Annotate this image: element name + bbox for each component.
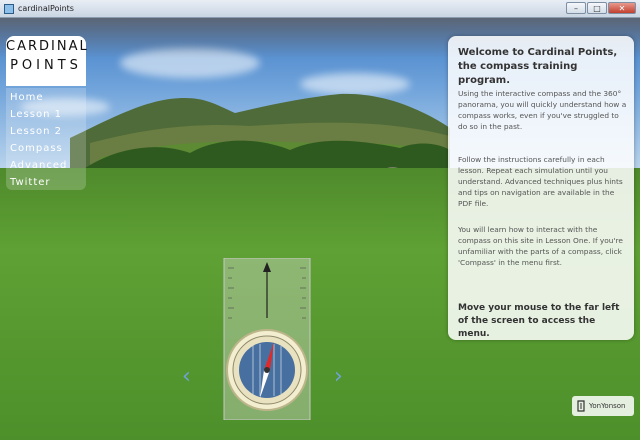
welcome-panel: Welcome to Cardinal Points, the compass … <box>448 36 634 340</box>
menu-item-home[interactable]: Home <box>10 92 44 103</box>
brand-label: YonYonson <box>589 402 626 410</box>
app-icon <box>4 3 14 14</box>
logo-line-1: CARDINAL <box>6 39 89 54</box>
maximize-button[interactable]: □ <box>587 2 607 14</box>
window-title: cardinalPoints <box>18 4 74 13</box>
menu-item-lesson-2[interactable]: Lesson 2 <box>10 126 62 137</box>
welcome-title: Welcome to Cardinal Points, the compass … <box>458 47 618 86</box>
close-button[interactable]: ✕ <box>608 2 636 14</box>
menu-item-lesson-1[interactable]: Lesson 1 <box>10 109 62 120</box>
lesson-paragraph: You will learn how to interact with the … <box>458 225 623 267</box>
rotate-left-arrow[interactable]: ‹ <box>182 364 191 389</box>
main-menu: Home Lesson 1 Lesson 2 Compass Advanced … <box>6 88 86 190</box>
rotate-right-arrow[interactable]: › <box>334 364 343 389</box>
compass[interactable] <box>222 257 312 421</box>
window-titlebar: cardinalPoints – □ ✕ <box>0 0 640 18</box>
menu-hint: Move your mouse to the far left of the s… <box>458 303 620 339</box>
instructions-paragraph: Follow the instructions carefully in eac… <box>458 155 623 208</box>
compass-graphic <box>223 257 311 421</box>
app-logo: CARDINAL POINTS <box>6 36 89 86</box>
logo-line-2: POINTS <box>10 58 82 73</box>
brand-badge[interactable]: YonYonson <box>572 396 634 416</box>
minimize-button[interactable]: – <box>566 2 586 14</box>
menu-item-twitter[interactable]: Twitter <box>10 177 51 188</box>
menu-item-compass[interactable]: Compass <box>10 143 63 154</box>
menu-item-advanced[interactable]: Advanced <box>10 160 67 171</box>
window-controls: – □ ✕ <box>566 2 636 14</box>
intro-paragraph: Using the interactive compass and the 36… <box>458 89 627 131</box>
brand-logo-icon <box>577 400 585 412</box>
